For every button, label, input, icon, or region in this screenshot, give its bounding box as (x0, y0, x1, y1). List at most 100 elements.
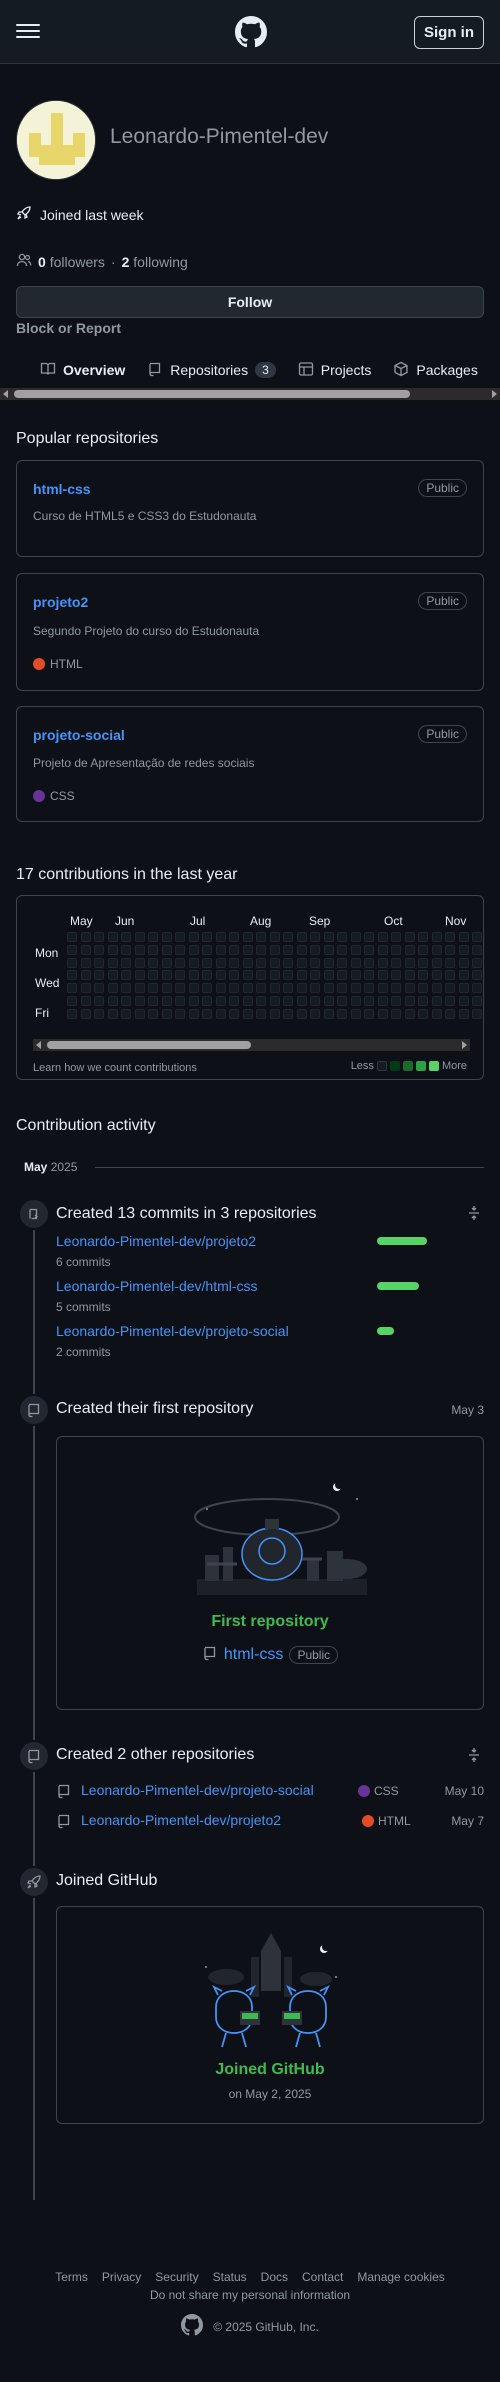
contribution-day[interactable] (148, 970, 158, 981)
contribution-day[interactable] (350, 970, 361, 981)
contribution-day[interactable] (229, 932, 239, 942)
contribution-day[interactable] (296, 957, 307, 968)
tab-packages[interactable]: Packages (393, 355, 478, 385)
contribution-day[interactable] (391, 996, 401, 1006)
contribution-day[interactable] (202, 996, 212, 1006)
contribution-day[interactable] (175, 957, 185, 968)
contribution-day[interactable] (67, 944, 77, 955)
commit-count[interactable]: 6 commits (56, 1255, 111, 1269)
contribution-day[interactable] (418, 983, 428, 994)
contribution-day[interactable] (80, 983, 91, 994)
other-repo-link[interactable]: Leonardo-Pimentel-dev/projeto-social (81, 1782, 314, 1798)
contribution-day[interactable] (202, 983, 212, 994)
followers-count[interactable]: 0 (38, 254, 46, 270)
contribution-day[interactable] (310, 957, 320, 968)
contribution-day[interactable] (472, 944, 482, 955)
contribution-day[interactable] (404, 957, 415, 968)
contribution-day[interactable] (242, 932, 253, 942)
following-label[interactable]: following (133, 254, 187, 270)
contribution-day[interactable] (188, 957, 199, 968)
scroll-thumb[interactable] (47, 1041, 251, 1049)
contribution-day[interactable] (94, 932, 104, 942)
contribution-day[interactable] (269, 983, 280, 994)
contribution-day[interactable] (94, 957, 104, 968)
contribution-day[interactable] (80, 970, 91, 981)
contribution-day[interactable] (458, 996, 469, 1006)
contribution-day[interactable] (256, 957, 266, 968)
footer-link-contact[interactable]: Contact (302, 2270, 343, 2284)
contribution-day[interactable] (242, 1008, 253, 1019)
contribution-day[interactable] (350, 944, 361, 955)
contribution-day[interactable] (323, 957, 334, 968)
contribution-day[interactable] (431, 1008, 442, 1019)
sign-in-button[interactable]: Sign in (414, 16, 484, 49)
repo-link[interactable]: projeto-social (33, 727, 125, 743)
contribution-day[interactable] (472, 970, 482, 981)
contribution-day[interactable] (350, 932, 361, 942)
contribution-day[interactable] (107, 996, 118, 1006)
fold-icon[interactable] (466, 1747, 482, 1766)
contribution-day[interactable] (94, 970, 104, 981)
contribution-day[interactable] (283, 944, 293, 955)
contribution-day[interactable] (256, 1008, 266, 1019)
contribution-day[interactable] (458, 944, 469, 955)
contribution-day[interactable] (202, 1008, 212, 1019)
contribution-day[interactable] (269, 970, 280, 981)
contribution-day[interactable] (269, 944, 280, 955)
contribution-day[interactable] (134, 983, 145, 994)
contribution-day[interactable] (188, 983, 199, 994)
contribution-day[interactable] (94, 944, 104, 955)
contribution-day[interactable] (188, 970, 199, 981)
footer-link-status[interactable]: Status (213, 2270, 247, 2284)
contribution-day[interactable] (256, 970, 266, 981)
contribution-day[interactable] (148, 957, 158, 968)
commit-repo-link[interactable]: Leonardo-Pimentel-dev/html-css (56, 1278, 258, 1294)
contribution-day[interactable] (377, 996, 388, 1006)
contribution-day[interactable] (215, 996, 226, 1006)
contribution-day[interactable] (67, 983, 77, 994)
contribution-day[interactable] (364, 983, 374, 994)
contribution-day[interactable] (364, 1008, 374, 1019)
contribution-day[interactable] (377, 957, 388, 968)
contribution-day[interactable] (269, 1008, 280, 1019)
contribution-day[interactable] (323, 944, 334, 955)
contribution-day[interactable] (161, 996, 172, 1006)
contribution-day[interactable] (134, 970, 145, 981)
contribution-day[interactable] (121, 944, 131, 955)
contribution-day[interactable] (134, 932, 145, 942)
contribution-day[interactable] (404, 996, 415, 1006)
contribution-day[interactable] (323, 996, 334, 1006)
contribution-day[interactable] (391, 932, 401, 942)
tab-repositories[interactable]: Repositories 3 (147, 355, 276, 385)
contribution-day[interactable] (377, 1008, 388, 1019)
contribution-day[interactable] (323, 983, 334, 994)
contribution-day[interactable] (431, 944, 442, 955)
contribution-day[interactable] (229, 957, 239, 968)
contribution-day[interactable] (431, 932, 442, 942)
contribution-day[interactable] (161, 932, 172, 942)
contribution-day[interactable] (229, 944, 239, 955)
contribution-day[interactable] (256, 996, 266, 1006)
contribution-day[interactable] (337, 944, 347, 955)
contribution-day[interactable] (107, 932, 118, 942)
contribution-day[interactable] (296, 983, 307, 994)
contribution-day[interactable] (80, 932, 91, 942)
github-logo-icon[interactable] (181, 2314, 204, 2339)
contribution-day[interactable] (445, 944, 455, 955)
contribution-day[interactable] (418, 957, 428, 968)
repo-link[interactable]: html-css (33, 481, 91, 497)
contribution-day[interactable] (148, 983, 158, 994)
contribution-day[interactable] (107, 970, 118, 981)
contribution-day[interactable] (418, 996, 428, 1006)
contribution-day[interactable] (337, 996, 347, 1006)
contribution-day[interactable] (175, 932, 185, 942)
contribution-day[interactable] (445, 970, 455, 981)
contribution-day[interactable] (458, 957, 469, 968)
contribution-day[interactable] (350, 1008, 361, 1019)
contribution-day[interactable] (175, 983, 185, 994)
contribution-day[interactable] (310, 944, 320, 955)
contribution-day[interactable] (67, 932, 77, 942)
contribution-day[interactable] (337, 970, 347, 981)
contribution-day[interactable] (188, 1008, 199, 1019)
contribution-day[interactable] (256, 983, 266, 994)
